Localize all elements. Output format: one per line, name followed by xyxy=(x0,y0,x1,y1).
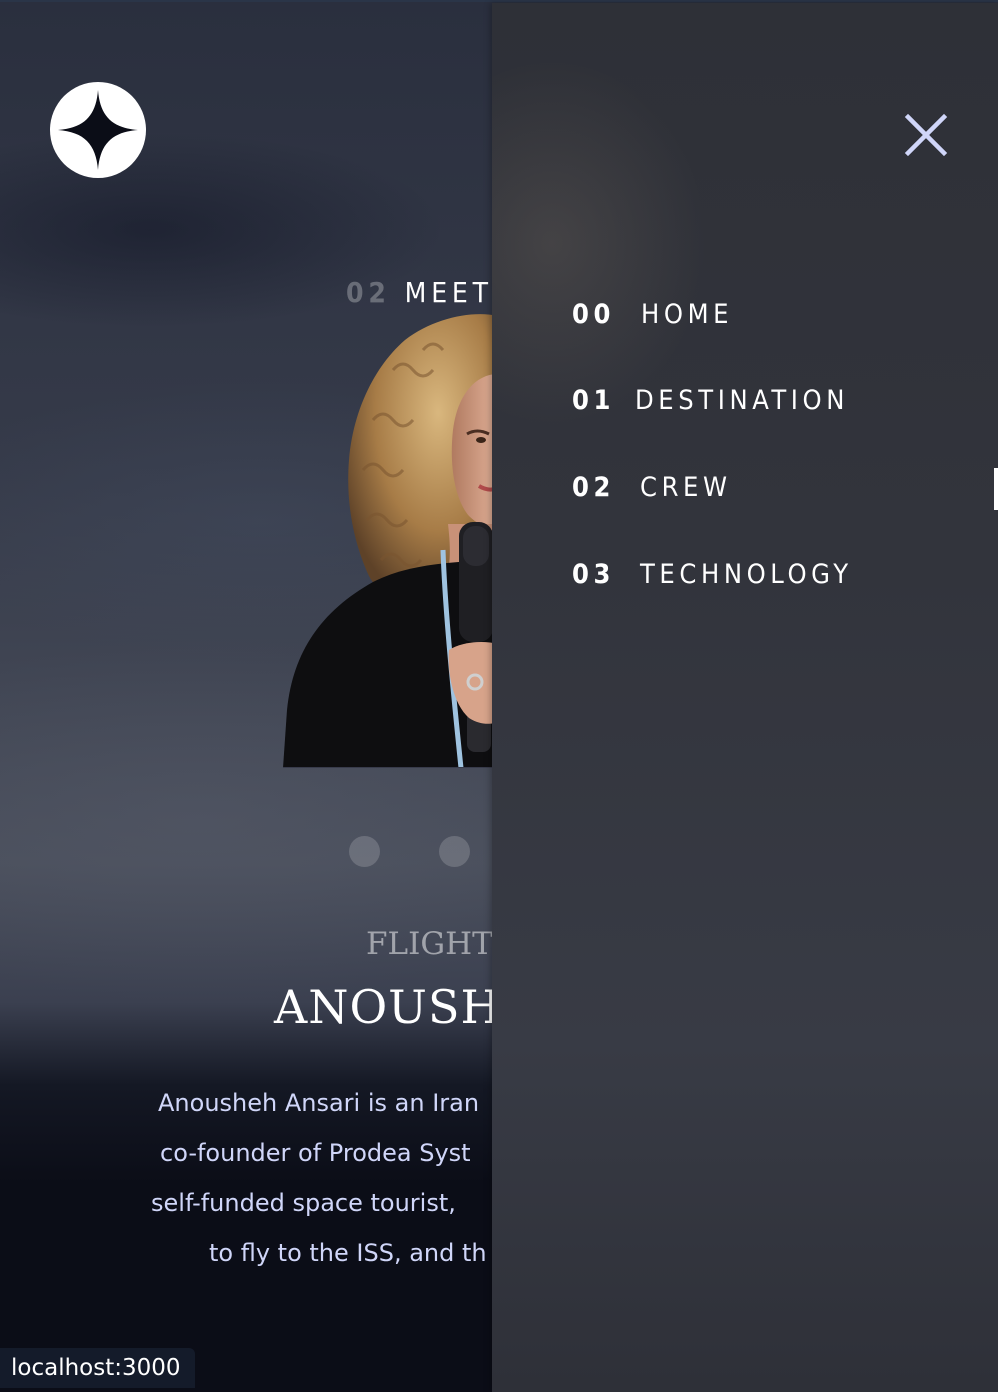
crew-bio: Anousheh Ansari is an Iran co-founder of… xyxy=(130,1078,530,1278)
close-icon[interactable] xyxy=(904,113,948,157)
nav-item-label: HOME xyxy=(641,299,734,330)
bio-line: self-funded space tourist, xyxy=(151,1189,456,1217)
nav-item-number: 03 xyxy=(572,559,616,590)
eyebrow-text: MEET xyxy=(404,276,493,309)
bio-line: Anousheh Ansari is an Iran xyxy=(158,1089,480,1117)
bio-line: co-founder of Prodea Syst xyxy=(160,1139,471,1167)
nav-item-technology[interactable]: 03 TECHNOLOGY xyxy=(572,559,853,599)
status-bar-url: localhost:3000 xyxy=(0,1348,195,1388)
active-nav-indicator xyxy=(994,468,998,510)
carousel-dot-1[interactable] xyxy=(349,836,380,867)
nav-item-label: CREW xyxy=(640,472,732,503)
portrait-bottom-edge xyxy=(283,767,498,768)
nav-item-label: DESTINATION xyxy=(635,385,850,416)
nav-item-home[interactable]: 00 HOME xyxy=(572,299,733,339)
star-logo-icon[interactable] xyxy=(50,82,146,178)
nav-item-number: 01 xyxy=(572,385,616,416)
nav-item-number: 00 xyxy=(572,299,616,330)
eyebrow-number: 02 xyxy=(346,276,391,309)
nav-item-number: 02 xyxy=(572,472,616,503)
mobile-nav-drawer: 00 HOME 01 DESTINATION 02 CREW 03 TECHNOLOGY xyxy=(492,3,998,1392)
nav-item-crew[interactable]: 02 CREW xyxy=(572,472,732,512)
nav-item-label: TECHNOLOGY xyxy=(640,559,853,590)
crew-page: 02 MEET FLIGHT E ANOUSHE Anousheh Ansari… xyxy=(0,0,998,1392)
carousel-dot-2[interactable] xyxy=(439,836,470,867)
bio-line: to fly to the ISS, and th xyxy=(209,1239,487,1267)
page-eyebrow: 02 MEET xyxy=(346,276,493,310)
crew-member-portrait xyxy=(283,310,498,768)
window-top-border xyxy=(0,0,998,2)
nav-item-destination[interactable]: 01 DESTINATION xyxy=(572,385,849,425)
